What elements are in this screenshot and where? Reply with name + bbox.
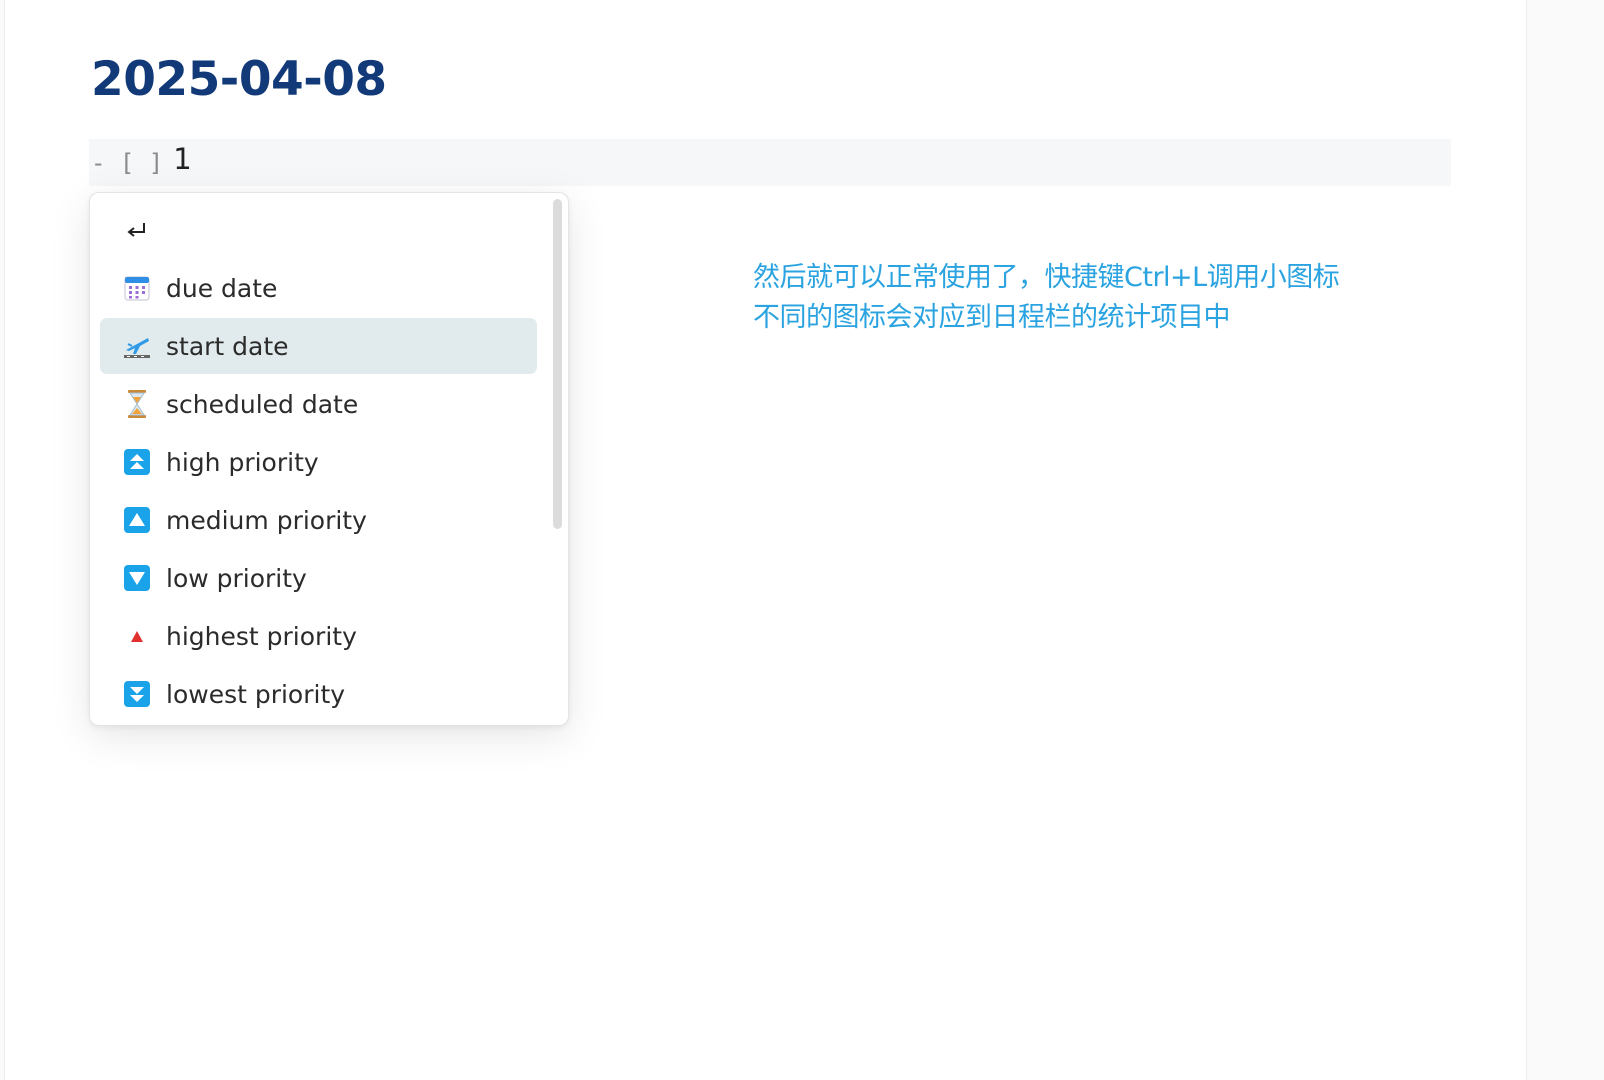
up-triangle-icon [122,505,152,535]
suggestion-item-medium-priority[interactable]: medium priority [100,492,537,548]
double-up-arrow-icon [122,447,152,477]
airplane-departure-icon [122,331,152,361]
calendar-icon [122,273,152,303]
double-down-arrow-icon [122,679,152,709]
annotation-line-1: 然后就可以正常使用了，快捷键Ctrl+L调用小图标 [753,262,1340,293]
suggestion-scrollbar[interactable] [552,197,564,721]
hourglass-icon [122,389,152,419]
suggestion-label: low priority [166,563,307,593]
task-line[interactable]: - [ ] 1 [89,139,1451,186]
annotation-line-2: 不同的图标会对应到日程栏的统计项目中 [753,302,1231,333]
suggestion-label: medium priority [166,505,367,535]
suggestion-item-lowest-priority[interactable]: lowest priority [100,666,537,722]
return-icon [122,215,152,245]
suggestion-item-start-date[interactable]: start date [100,318,537,374]
suggestion-list: due date start date scheduled date high … [100,201,537,724]
suggestion-label: scheduled date [166,389,359,419]
task-text[interactable]: 1 [173,142,191,176]
suggestion-label: due date [166,273,278,303]
task-checkbox-marker[interactable]: - [ ] [91,149,163,177]
red-triangle-icon [122,621,152,651]
suggestion-item-return[interactable] [100,201,537,259]
suggestion-item-due-date[interactable]: due date [100,260,537,316]
annotation-text: 然后就可以正常使用了，快捷键Ctrl+L调用小图标 不同的图标会对应到日程栏的统… [753,258,1453,338]
suggestion-label: highest priority [166,621,357,651]
suggestion-item-scheduled-date[interactable]: scheduled date [100,376,537,432]
suggestion-label: lowest priority [166,679,346,709]
scrollbar-thumb[interactable] [553,199,562,529]
suggestion-item-high-priority[interactable]: high priority [100,434,537,490]
down-triangle-icon [122,563,152,593]
suggestion-label: high priority [166,447,319,477]
suggestion-label: start date [166,331,289,361]
suggestion-item-highest-priority[interactable]: highest priority [100,608,537,664]
editor-page: 2025-04-08 - [ ] 1 due date start date s… [4,0,1527,1080]
page-title: 2025-04-08 [91,52,387,107]
suggestion-popup: due date start date scheduled date high … [89,192,569,726]
suggestion-item-low-priority[interactable]: low priority [100,550,537,606]
